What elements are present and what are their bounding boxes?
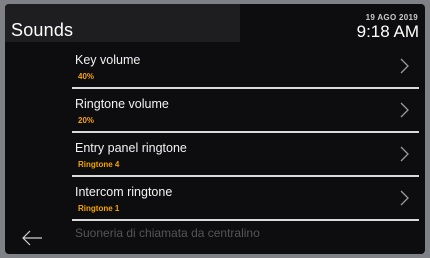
chevron-right-icon [400, 146, 409, 162]
list-item-switchboard-ringtone[interactable]: Suoneria di chiamata da centralino [72, 221, 419, 241]
item-value: 40% [78, 72, 95, 81]
list-item-key-volume[interactable]: Key volume 40% [72, 45, 419, 89]
item-label: Intercom ringtone [75, 185, 173, 199]
page-title: Sounds [11, 20, 74, 40]
settings-list: Key volume 40% Ringtone volume 20% Entry… [72, 45, 419, 241]
title-bar: Sounds [5, 4, 240, 42]
item-label: Ringtone volume [75, 97, 169, 111]
back-arrow-icon[interactable] [21, 230, 43, 246]
item-label: Entry panel ringtone [75, 141, 187, 155]
chevron-right-icon [400, 190, 409, 206]
item-label: Key volume [75, 53, 141, 67]
list-item-entry-panel-ringtone[interactable]: Entry panel ringtone Ringtone 4 [72, 133, 419, 177]
item-value: Ringtone 1 [78, 204, 120, 213]
list-item-ringtone-volume[interactable]: Ringtone volume 20% [72, 89, 419, 133]
date-display: 19 AGO 2019 [365, 13, 418, 22]
item-label: Suoneria di chiamata da centralino [75, 226, 260, 240]
time-display: 9:18 AM [356, 22, 419, 41]
device-screen: Sounds 19 AGO 2019 9:18 AM Key volume 40… [5, 4, 425, 254]
chevron-right-icon [400, 102, 409, 118]
list-item-intercom-ringtone[interactable]: Intercom ringtone Ringtone 1 [72, 177, 419, 221]
item-value: 20% [78, 116, 95, 125]
item-value: Ringtone 4 [78, 160, 120, 169]
chevron-right-icon [400, 58, 409, 74]
